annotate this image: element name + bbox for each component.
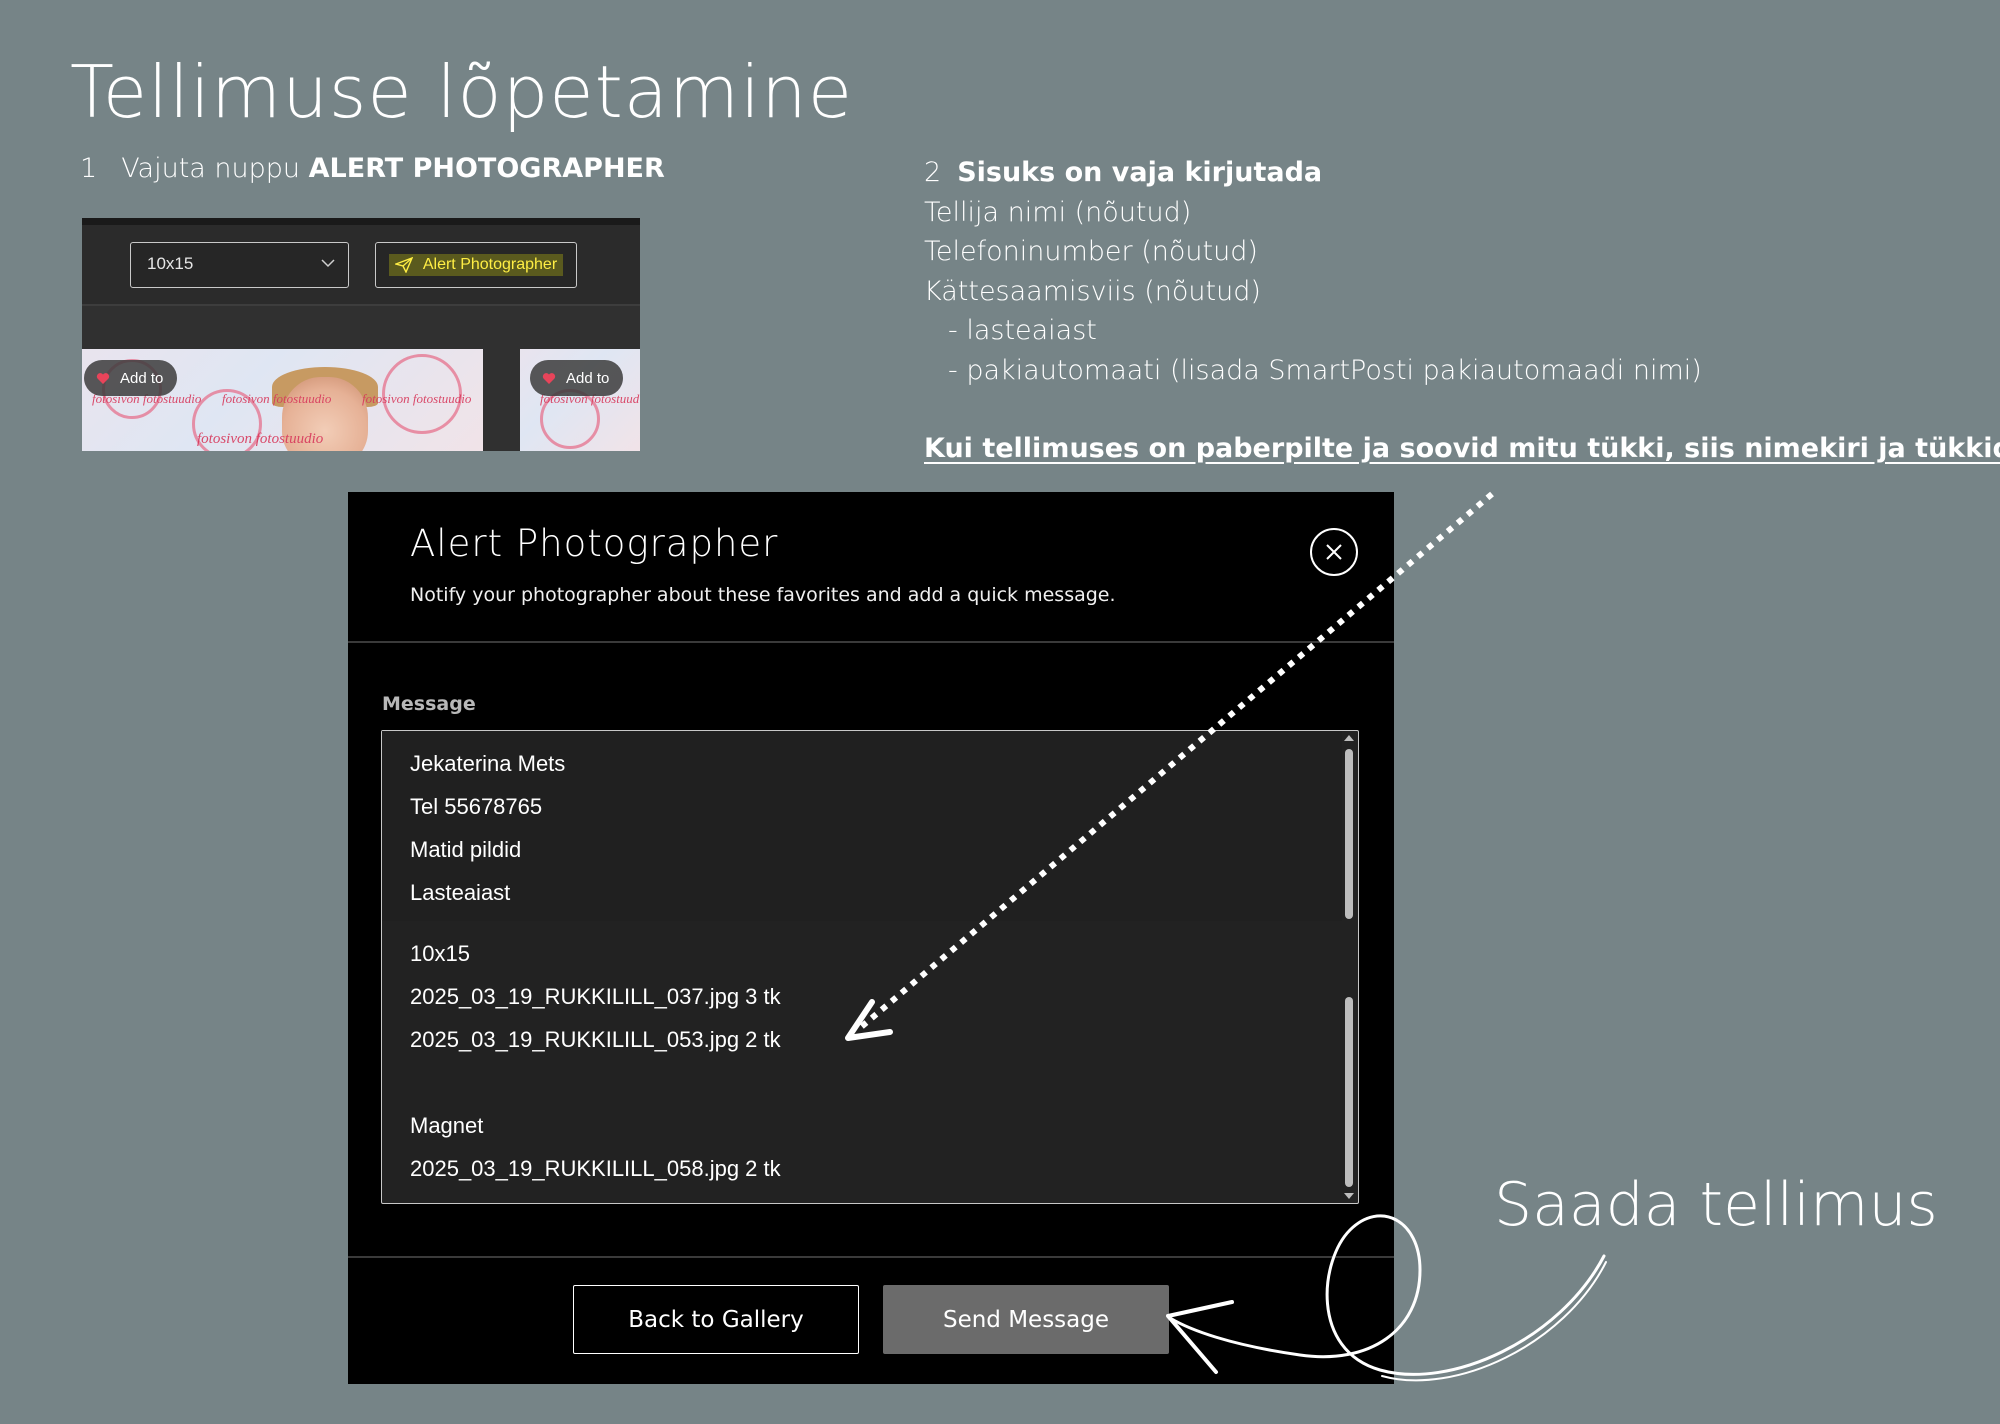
close-button[interactable] [1310, 528, 1358, 576]
step2-number: 2 [924, 157, 942, 188]
photo-thumbnail[interactable]: fotosivon fotostuudio Add to [520, 349, 640, 451]
step1-text: Vajuta nuppu [121, 153, 301, 184]
step2-note: Kui tellimuses on paberpilte ja soovid m… [924, 433, 2000, 464]
size-select[interactable]: 10x15 [130, 242, 349, 288]
alert-photographer-dialog: Alert Photographer Notify your photograp… [348, 492, 1394, 1384]
step2-heading: Sisuks on vaja kirjutada [957, 157, 1323, 188]
message-line: 2025_03_19_RUKKILILL_058.jpg 2 tk [410, 1156, 781, 1181]
heart-icon [542, 372, 556, 384]
message-line: Matid pildid [410, 837, 522, 862]
step2-instruction: 2 Sisuks on vaja kirjutada Tellija nimi (… [924, 153, 2000, 469]
message-textarea[interactable]: Jekaterina Mets Tel 55678765 Matid pildi… [381, 730, 1359, 1204]
page-title: Tellimuse lõpetamine [70, 50, 853, 134]
add-to-button[interactable]: Add to [530, 360, 624, 396]
step2-line: Telefoninumber (nõutud) [924, 236, 1258, 267]
close-icon [1326, 544, 1342, 560]
step2-line: Tellija nimi (nõutud) [924, 196, 1192, 228]
scroll-down-arrow[interactable] [1344, 1193, 1354, 1199]
add-to-button[interactable]: Add to [84, 360, 178, 396]
size-select-value: 10x15 [147, 254, 194, 273]
photo-thumbnail[interactable]: fotosivon fotostuudio fotosivon fotostuu… [82, 349, 483, 451]
dialog-divider [348, 1256, 1394, 1258]
dialog-divider [348, 641, 1394, 643]
chevron-down-icon [321, 259, 335, 268]
message-line: 2025_03_19_RUKKILILL_053.jpg 2 tk [410, 1027, 781, 1052]
toolbar-screenshot: 10x15 Alert Photographer fotosivon fotos… [82, 218, 640, 451]
message-line: 2025_03_19_RUKKILILL_037.jpg 3 tk [410, 984, 781, 1009]
message-line: 10x15 [410, 941, 470, 966]
watermark-text: fotosivon fotostuudio [222, 391, 332, 406]
heart-icon [96, 372, 110, 384]
alert-photographer-button[interactable]: Alert Photographer [375, 242, 577, 288]
mini-divider [82, 304, 640, 306]
add-to-label: Add to [120, 369, 164, 387]
step2-sub-line: - lasteaiast [948, 315, 1097, 346]
watermark-text: fotosivon fotostuudio [197, 431, 324, 447]
message-line: Magnet [410, 1113, 484, 1138]
add-to-label: Add to [566, 369, 610, 387]
dialog-title: Alert Photographer [410, 522, 779, 565]
step1-bold: ALERT PHOTOGRAPHER [308, 153, 665, 184]
send-icon [394, 257, 413, 273]
send-message-button[interactable]: Send Message [883, 1285, 1169, 1354]
back-to-gallery-button[interactable]: Back to Gallery [573, 1285, 859, 1354]
send-hint-annotation: Saada tellimus [1494, 1170, 1938, 1240]
message-line: Jekaterina Mets [410, 751, 566, 776]
step1-number: 1 [80, 153, 98, 184]
message-label: Message [382, 693, 476, 715]
alert-button-label: Alert Photographer [422, 256, 558, 273]
message-line: Lasteaiast [410, 880, 511, 905]
dialog-subtitle: Notify your photographer about these fav… [410, 584, 1116, 606]
step2-line: Kättesaamisviis (nõutud) [924, 275, 1261, 307]
message-line: Tel 55678765 [410, 794, 543, 819]
scrollbar-thumb[interactable] [1345, 997, 1353, 1187]
watermark-text: fotosivon fotostuudio [362, 391, 472, 406]
scroll-up-arrow[interactable] [1344, 735, 1354, 741]
mini-top-strip [82, 218, 640, 225]
step2-sub-line: - pakiautomaati (lisada SmartPosti pakia… [948, 354, 1702, 386]
scrollbar-thumb[interactable] [1345, 749, 1353, 919]
step1-instruction: 1 Vajuta nuppu ALERT PHOTOGRAPHER [80, 153, 665, 184]
